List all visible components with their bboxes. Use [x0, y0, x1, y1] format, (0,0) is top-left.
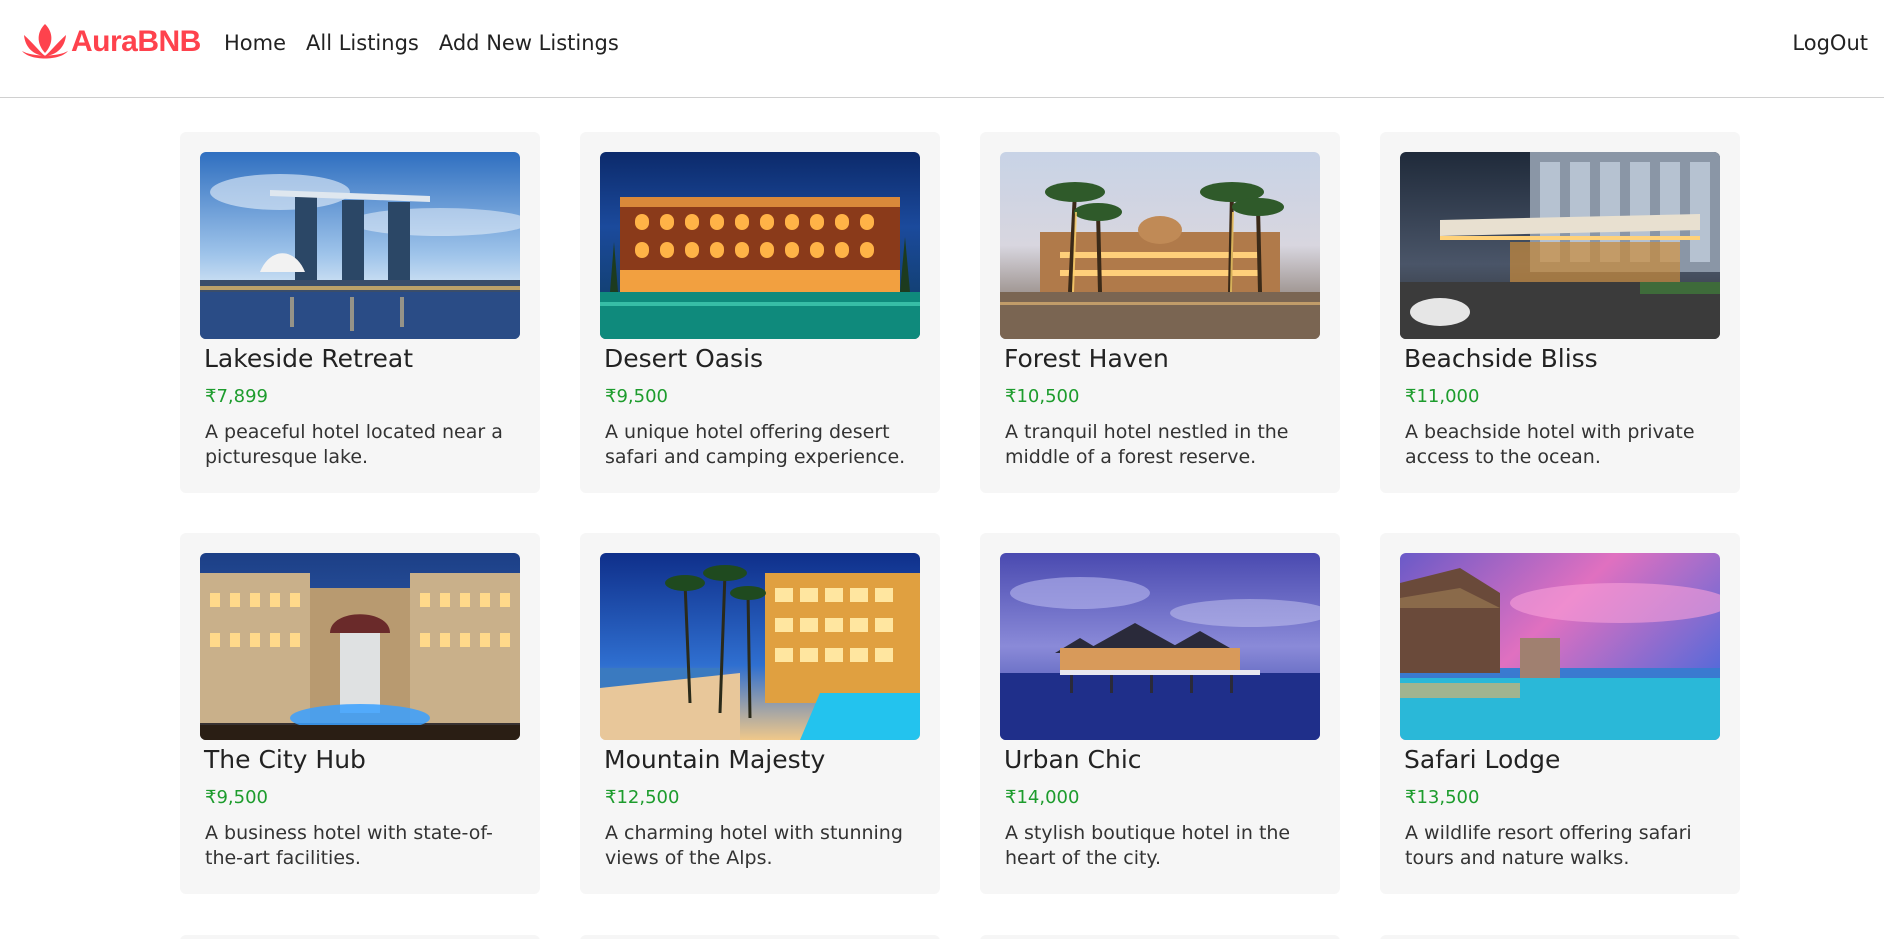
- listing-card[interactable]: Safari Lodge ₹13,500 A wildlife resort o…: [1380, 533, 1740, 894]
- listing-card[interactable]: Urban Chic ₹14,000 A stylish boutique ho…: [980, 533, 1340, 894]
- listing-card[interactable]: Lakeside Retreat ₹7,899 A peaceful hotel…: [180, 132, 540, 493]
- nav-links: Home All Listings Add New Listings: [224, 31, 639, 55]
- listing-card[interactable]: Mountain Majesty ₹12,500 A charming hote…: [580, 533, 940, 894]
- brand-name: AuraBNB: [71, 25, 201, 58]
- listing-image: [200, 553, 520, 740]
- listing-price: ₹7,899: [205, 386, 268, 407]
- listing-description: A stylish boutique hotel in the heart of…: [1005, 822, 1291, 869]
- listing-image: [1000, 553, 1320, 740]
- listing-description: A tranquil hotel nestled in the middle o…: [1005, 421, 1289, 468]
- modern-hotel-entrance-night-photo: [1400, 152, 1720, 339]
- listing-description: A peaceful hotel located near a pictures…: [205, 421, 503, 468]
- grand-hotel-fountain-photo: [200, 553, 520, 740]
- listing-description: A beachside hotel with private access to…: [1405, 421, 1695, 468]
- listing-card-partial[interactable]: [580, 935, 940, 939]
- listing-price: ₹9,500: [205, 787, 268, 808]
- listing-image: [200, 152, 520, 339]
- listing-description: A charming hotel with stunning views of …: [605, 822, 903, 869]
- listing-title: Safari Lodge: [1404, 745, 1561, 774]
- listing-title: The City Hub: [204, 745, 366, 774]
- listing-image: [1400, 152, 1720, 339]
- listing-description: A wildlife resort offering safari tours …: [1405, 822, 1692, 869]
- listing-price: ₹14,000: [1005, 787, 1080, 808]
- listing-description: A business hotel with state-of-the-art f…: [205, 822, 493, 869]
- navbar: AuraBNB Home All Listings Add New Listin…: [0, 0, 1884, 98]
- arabian-palace-hotel-night-photo: [600, 152, 920, 339]
- listing-card-partial[interactable]: [180, 935, 540, 939]
- nav-home-link[interactable]: Home: [224, 31, 286, 55]
- listing-card[interactable]: Forest Haven ₹10,500 A tranquil hotel ne…: [980, 132, 1340, 493]
- infinity-pool-sunset-photo: [1400, 553, 1720, 740]
- listing-card-partial[interactable]: [1380, 935, 1740, 939]
- marina-bay-skyline-photo: [200, 152, 520, 339]
- listing-image: [600, 152, 920, 339]
- logout-link[interactable]: LogOut: [1792, 31, 1868, 55]
- listing-image: [1400, 553, 1720, 740]
- listing-title: Desert Oasis: [604, 344, 764, 373]
- listing-price: ₹11,000: [1405, 386, 1480, 407]
- overwater-villa-photo: [1000, 553, 1320, 740]
- nav-add-listing-link[interactable]: Add New Listings: [439, 31, 619, 55]
- brand-logo-link[interactable]: AuraBNB: [20, 20, 201, 64]
- listing-price: ₹10,500: [1005, 386, 1080, 407]
- listing-card[interactable]: Beachside Bliss ₹11,000 A beachside hote…: [1380, 132, 1740, 493]
- nav-all-listings-link[interactable]: All Listings: [306, 31, 419, 55]
- listing-title: Forest Haven: [1004, 344, 1169, 373]
- listing-price: ₹13,500: [1405, 787, 1480, 808]
- lotus-icon: [22, 24, 68, 59]
- palace-palm-trees-dusk-photo: [1000, 152, 1320, 339]
- beach-resort-pool-photo: [600, 553, 920, 740]
- listing-card[interactable]: The City Hub ₹9,500 A business hotel wit…: [180, 533, 540, 894]
- listing-description: A unique hotel offering desert safari an…: [605, 421, 906, 468]
- listing-price: ₹12,500: [605, 787, 680, 808]
- listing-title: Lakeside Retreat: [204, 344, 414, 373]
- listing-title: Beachside Bliss: [1404, 344, 1598, 373]
- listing-title: Mountain Majesty: [604, 745, 826, 774]
- listing-card[interactable]: Desert Oasis ₹9,500 A unique hotel offer…: [580, 132, 940, 493]
- listing-image: [600, 553, 920, 740]
- listing-title: Urban Chic: [1004, 745, 1142, 774]
- listing-price: ₹9,500: [605, 386, 668, 407]
- listing-image: [1000, 152, 1320, 339]
- listing-card-partial[interactable]: [980, 935, 1340, 939]
